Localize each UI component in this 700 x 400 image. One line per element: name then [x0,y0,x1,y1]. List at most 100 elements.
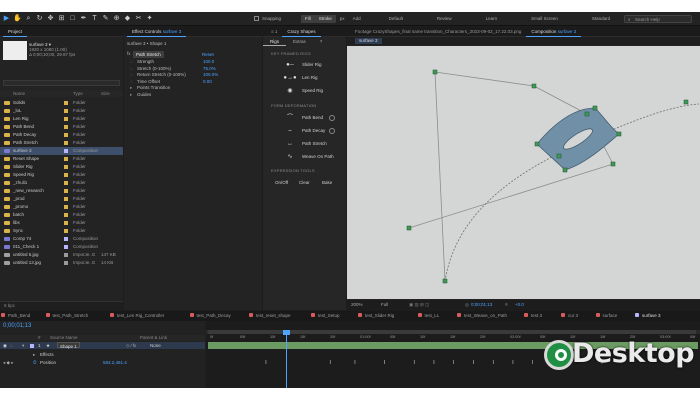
label-color[interactable] [64,189,68,193]
label-color[interactable] [64,229,68,233]
position-keyframe[interactable]: I [473,361,476,366]
property-value[interactable]: 0.00 [203,79,212,85]
slider-rig-button[interactable]: ●─ Slider Rig [278,61,336,69]
label-color[interactable] [64,133,68,137]
label-color[interactable] [64,237,68,241]
selection-tool-icon[interactable]: ▶ [2,14,11,23]
orbit-tool-icon[interactable]: ↻ [35,14,44,23]
timeline-tab[interactable]: surfave 3 [635,311,661,321]
col-size[interactable]: Size [101,91,110,96]
timeline-tab[interactable]: test_Path_Decay [189,311,231,321]
snapping-toggle[interactable]: Snapping [254,16,281,21]
vertex-handle[interactable] [683,99,689,105]
timeline-tab[interactable]: test_Path_Stretch [45,311,88,321]
project-list-item[interactable]: Reset Shape Folder [0,155,123,163]
vertex-handle[interactable] [432,69,438,75]
property-value[interactable]: 100.0% [203,72,218,78]
label-color[interactable] [64,181,68,185]
vertex-handle[interactable] [534,141,540,147]
position-keyframe[interactable]: I [384,361,387,366]
puppet-tool-icon[interactable]: ✦ [145,14,154,23]
tab-footage[interactable]: Footage CrazyShapes_final name transitio… [350,27,526,37]
workspace-learn[interactable]: Learn [476,16,508,21]
expand-arrow-icon[interactable]: ▸ [130,92,132,98]
property-value[interactable]: 100.0 [203,59,214,65]
project-search-input[interactable] [3,80,120,86]
tab-menu[interactable]: ≡ 1 [266,27,282,37]
stopwatch-icon[interactable]: ⏱ [33,359,37,366]
timeline-tab[interactable]: surface [595,311,617,321]
type-tool-icon[interactable]: T [90,14,99,23]
timeline-tab[interactable]: test_Weave_on_Path [457,311,507,321]
timeline-tab[interactable]: test_Slider Rig [358,311,394,321]
expr-on-off-button[interactable]: On/Off [275,179,288,187]
project-list-item[interactable]: untitled 13.jpg ImporJe..G 14 KB [0,259,123,267]
project-list-item[interactable]: Path Decay Folder [0,131,123,139]
clone-tool-icon[interactable]: ⊕ [112,14,121,23]
camera-icon[interactable]: ⌾ [505,300,508,310]
project-list-item[interactable]: _prod Folder [0,195,123,203]
resolution-dropdown[interactable]: Full [381,300,388,310]
comp-viewer-timecode[interactable]: 0;00;01;13 [471,300,492,310]
label-color[interactable] [64,117,68,121]
label-color[interactable] [64,173,68,177]
path-vertices[interactable] [406,69,689,284]
position-keyframe[interactable]: I [265,361,268,366]
path-decay-options-icon[interactable] [329,128,335,134]
label-color[interactable] [64,101,68,105]
project-list-item[interactable]: _zhuli1 Folder [0,179,123,187]
project-list-item[interactable]: batch Folder [0,211,123,219]
timeline-tab[interactable]: test_reset_shape [249,311,291,321]
roto-tool-icon[interactable]: ✂ [134,14,143,23]
layer-row-shape-1[interactable]: ◉ ◌ ▾ 1 ★ Shape 1 ◇ ∕ fx None [0,342,205,349]
hand-tool-icon[interactable]: ✋ [13,14,22,23]
project-list-item[interactable]: _promo Folder [0,203,123,211]
brush-tool-icon[interactable]: ✎ [101,14,110,23]
subtab-extras[interactable]: Extras [286,37,313,46]
workspace-review[interactable]: Review [427,16,462,21]
effects-expand-icon[interactable]: ▸ [33,351,35,358]
path-bend-options-icon[interactable] [329,115,335,121]
expand-arrow-icon[interactable]: ◌ [130,72,133,78]
label-color[interactable] [64,157,68,161]
keyframe-nav-icon[interactable]: ◂ ◆ ▸ [3,359,13,366]
project-list-item[interactable]: Path Bend Folder [0,123,123,131]
stroke-width-unit[interactable]: px [336,15,349,23]
stroke-button[interactable]: Stroke [314,14,336,23]
label-color[interactable] [64,125,68,129]
fx-toggle-icon[interactable]: fx [127,51,131,56]
position-keyframe[interactable]: I [433,361,436,366]
expr-clear-button[interactable]: Clear [299,179,310,187]
project-list-item[interactable]: Path Stretch Folder [0,139,123,147]
workspace-standard[interactable]: Standard [582,16,620,21]
effect-property-row[interactable]: ▸ Points Transition [130,85,258,91]
position-keyframe[interactable]: I [453,361,456,366]
timeline-timecode[interactable]: 0;00;01;13 [3,323,31,329]
visibility-eye-icon[interactable]: ◉ [3,342,7,349]
position-keyframe[interactable]: I [493,361,496,366]
project-list-item[interactable]: Speed Rig Folder [0,171,123,179]
workspace-default[interactable]: Default [379,16,413,21]
effect-property-row[interactable]: ◌ Stretch (0-100%) 75.0% [130,66,258,72]
vertex-handle[interactable] [616,131,622,137]
path-bend-button[interactable]: ⌒ Path Bend [278,114,336,122]
effect-header[interactable]: fx Path Stretch Reset [127,51,257,58]
property-value[interactable]: 75.0% [203,66,216,72]
tab-project[interactable]: Project [3,27,28,37]
label-color[interactable] [64,149,68,153]
vertex-handle[interactable] [556,153,562,159]
subtab-rigs[interactable]: Rigs [263,37,287,46]
vertex-handle[interactable] [584,111,590,117]
expr-bake-button[interactable]: Bake [322,179,332,187]
label-color[interactable] [64,109,68,113]
add-button[interactable]: Add [349,15,365,23]
timeline-tab[interactable]: test 3 [524,311,542,321]
snapping-checkbox[interactable] [254,16,259,21]
position-keyframe[interactable]: I [330,361,333,366]
label-color[interactable] [64,165,68,169]
effect-property-row[interactable]: ◌ Strength 100.0 [130,59,258,65]
audio-icon[interactable]: ◌ [10,342,13,349]
expand-arrow-icon[interactable]: ▸ [130,85,132,91]
tab-crazy-shapes[interactable]: Crazy Shapes [282,27,321,37]
dolly-tool-icon[interactable]: ✥ [46,14,55,23]
